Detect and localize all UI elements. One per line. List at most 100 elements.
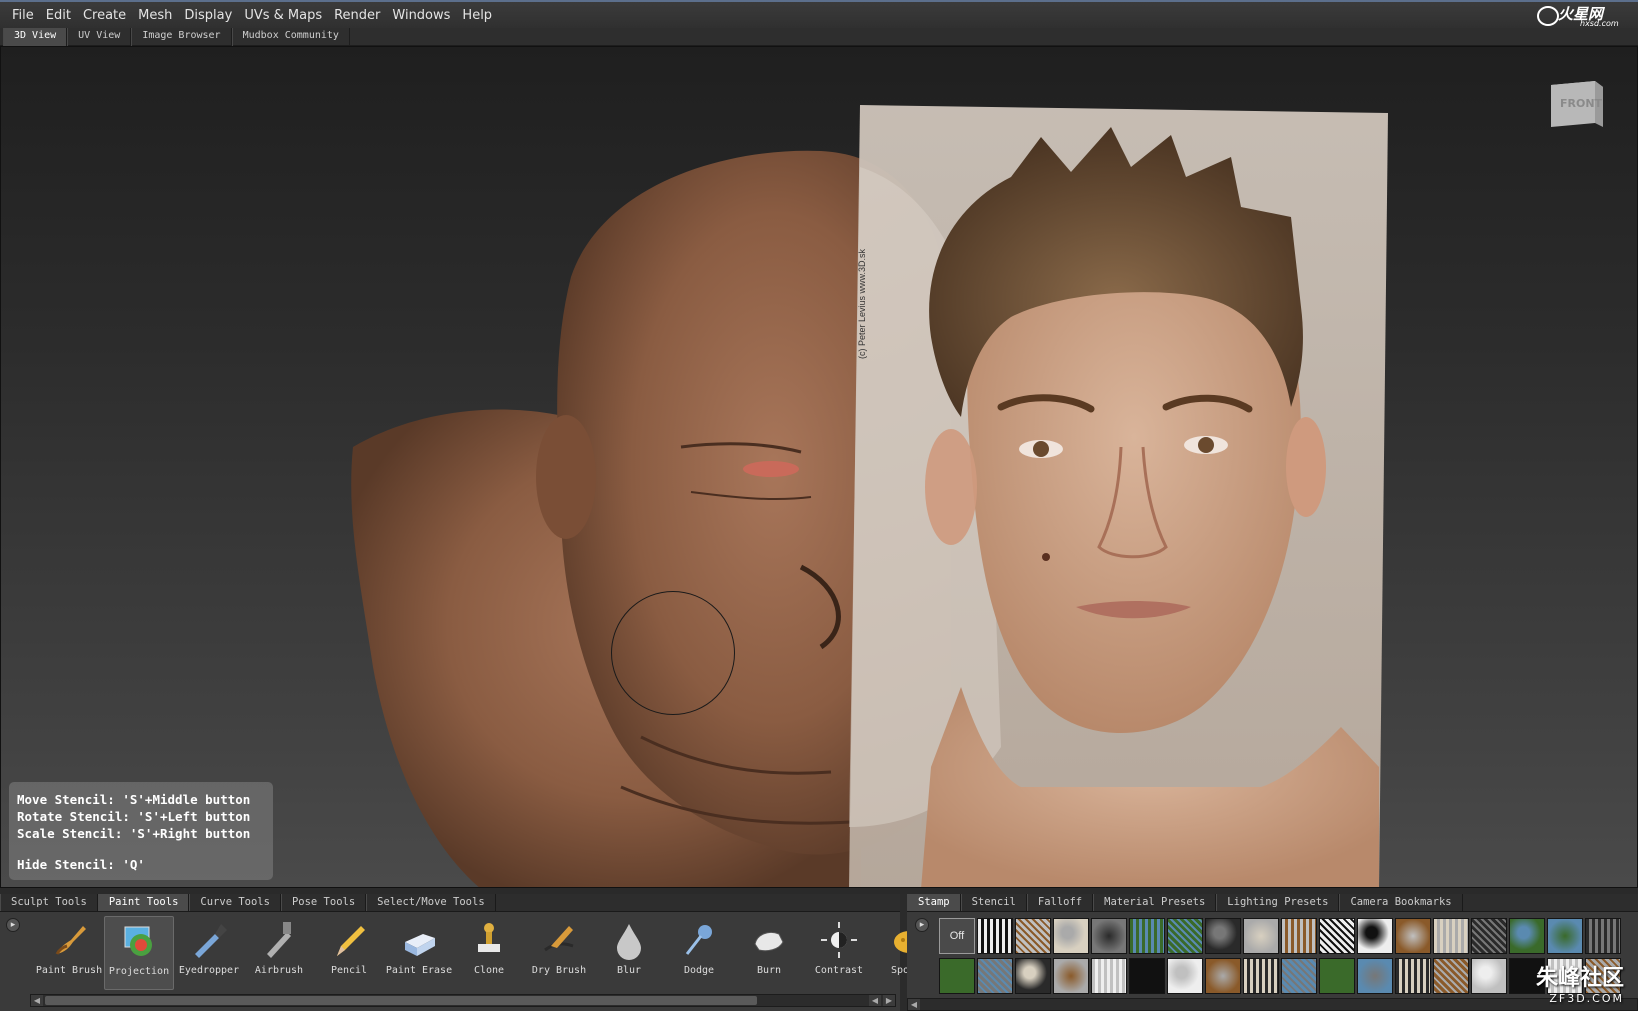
stamp-thumbnail[interactable] bbox=[977, 958, 1013, 994]
tool-dry-brush[interactable]: Dry Brush bbox=[524, 916, 594, 990]
pencil-icon bbox=[337, 926, 365, 956]
stamp-thumbnail[interactable] bbox=[1509, 918, 1545, 954]
tool-paint-brush[interactable]: Paint Brush bbox=[34, 916, 104, 990]
stamp-thumbnail[interactable] bbox=[1243, 918, 1279, 954]
clone-stamp-icon bbox=[478, 923, 500, 952]
airbrush-icon bbox=[267, 922, 291, 958]
stamp-thumbnail[interactable] bbox=[1167, 918, 1203, 954]
stamp-thumbnail[interactable] bbox=[1015, 958, 1051, 994]
menu-file[interactable]: File bbox=[6, 8, 40, 23]
tool-dodge[interactable]: Dodge bbox=[664, 916, 734, 990]
tab-mudbox-community[interactable]: Mudbox Community bbox=[231, 28, 350, 46]
stamp-thumbnail[interactable] bbox=[1395, 918, 1431, 954]
tab-curve-tools[interactable]: Curve Tools bbox=[189, 894, 281, 911]
tool-label: Paint Erase bbox=[385, 965, 453, 976]
tool-label: Projection bbox=[108, 966, 170, 977]
scroll-left-icon[interactable]: ◀ bbox=[908, 999, 920, 1010]
stamp-tray-tabs: Stamp Stencil Falloff Material Presets L… bbox=[907, 894, 1638, 912]
svg-text:hxsd.com: hxsd.com bbox=[1580, 19, 1619, 28]
3d-viewport[interactable]: (c) Peter Levius www.3D.sk FRONT Move St… bbox=[0, 46, 1638, 888]
stamp-thumbnail[interactable] bbox=[1243, 958, 1279, 994]
tab-stamp[interactable]: Stamp bbox=[907, 894, 961, 911]
stamp-thumbnail[interactable] bbox=[1053, 918, 1089, 954]
tool-label: Eyedropper bbox=[178, 965, 240, 976]
view-cube[interactable]: FRONT bbox=[1545, 75, 1607, 133]
stamp-thumbnail[interactable] bbox=[1281, 958, 1317, 994]
tool-label: Dodge bbox=[683, 965, 715, 976]
menu-render[interactable]: Render bbox=[328, 8, 386, 23]
stamp-thumbnail[interactable] bbox=[1471, 918, 1507, 954]
help-scale-stencil: Scale Stencil: 'S'+Right button bbox=[17, 826, 251, 841]
help-rotate-stencil: Rotate Stencil: 'S'+Left button bbox=[17, 809, 251, 824]
menu-mesh[interactable]: Mesh bbox=[132, 8, 178, 23]
stamp-grid: Off bbox=[937, 918, 1637, 998]
paint-brush-icon bbox=[55, 926, 86, 955]
tab-sculpt-tools[interactable]: Sculpt Tools bbox=[0, 894, 98, 911]
stamp-thumbnail[interactable] bbox=[1357, 918, 1393, 954]
tab-falloff[interactable]: Falloff bbox=[1026, 894, 1094, 911]
menu-create[interactable]: Create bbox=[77, 8, 132, 23]
collapse-arrow-icon[interactable]: ▸ bbox=[915, 918, 929, 932]
tool-blur[interactable]: Blur bbox=[594, 916, 664, 990]
tool-burn[interactable]: Burn bbox=[734, 916, 804, 990]
stamp-tray-scrollbar[interactable]: ◀ bbox=[907, 998, 1638, 1011]
stamp-thumbnail[interactable] bbox=[1053, 958, 1089, 994]
tool-label: Burn bbox=[756, 965, 782, 976]
tool-tray-scrollbar[interactable]: ◀ ◀ ▶ bbox=[30, 994, 896, 1007]
tab-paint-tools[interactable]: Paint Tools bbox=[97, 894, 190, 911]
tab-select-move-tools[interactable]: Select/Move Tools bbox=[366, 894, 496, 911]
tool-paint-erase[interactable]: Paint Erase bbox=[384, 916, 454, 990]
menu-uvs-maps[interactable]: UVs & Maps bbox=[238, 8, 328, 23]
stamp-off-button[interactable]: Off bbox=[939, 918, 975, 954]
stamp-thumbnail[interactable] bbox=[1357, 958, 1393, 994]
scroll-left-icon[interactable]: ◀ bbox=[31, 995, 43, 1006]
stamp-thumbnail[interactable] bbox=[1091, 958, 1127, 994]
stamp-thumbnail[interactable] bbox=[1167, 958, 1203, 994]
stamp-thumbnail[interactable] bbox=[1433, 918, 1469, 954]
scroll-right-icon[interactable]: ▶ bbox=[883, 995, 895, 1006]
tab-pose-tools[interactable]: Pose Tools bbox=[280, 894, 367, 911]
tab-lighting-presets[interactable]: Lighting Presets bbox=[1216, 894, 1340, 911]
tab-3d-view[interactable]: 3D View bbox=[3, 28, 68, 46]
stamp-thumbnail[interactable] bbox=[1129, 918, 1165, 954]
stamp-thumbnail[interactable] bbox=[1319, 918, 1355, 954]
tool-tray-tabs: Sculpt Tools Paint Tools Curve Tools Pos… bbox=[0, 894, 900, 912]
stamp-thumbnail[interactable] bbox=[1585, 918, 1621, 954]
stamp-thumbnail[interactable] bbox=[1281, 918, 1317, 954]
tool-eyedropper[interactable]: Eyedropper bbox=[174, 916, 244, 990]
menu-windows[interactable]: Windows bbox=[386, 8, 456, 23]
scroll-left-icon[interactable]: ◀ bbox=[869, 995, 881, 1006]
tool-airbrush[interactable]: Airbrush bbox=[244, 916, 314, 990]
stamp-thumbnail[interactable] bbox=[1205, 958, 1241, 994]
collapse-arrow-icon[interactable]: ▸ bbox=[6, 918, 20, 932]
tab-stencil[interactable]: Stencil bbox=[960, 894, 1027, 911]
scrollbar-thumb[interactable] bbox=[45, 996, 757, 1005]
stamp-thumbnail[interactable] bbox=[1015, 918, 1051, 954]
stamp-thumbnail[interactable] bbox=[939, 958, 975, 994]
stamp-thumbnail[interactable] bbox=[1547, 918, 1583, 954]
stamp-thumbnail[interactable] bbox=[1091, 918, 1127, 954]
tool-contrast[interactable]: Contrast bbox=[804, 916, 874, 990]
hxsd-logo: 火星网 hxsd.com bbox=[1537, 5, 1619, 28]
stamp-thumbnail[interactable] bbox=[1471, 958, 1507, 994]
tab-material-presets[interactable]: Material Presets bbox=[1093, 894, 1217, 911]
svg-text:FRONT: FRONT bbox=[1560, 97, 1603, 110]
tab-camera-bookmarks[interactable]: Camera Bookmarks bbox=[1339, 894, 1463, 911]
stamp-thumbnail[interactable] bbox=[1433, 958, 1469, 994]
tool-label: Blur bbox=[616, 965, 642, 976]
tool-projection[interactable]: Projection bbox=[104, 916, 174, 990]
stamp-thumbnail[interactable] bbox=[1319, 958, 1355, 994]
stamp-thumbnail[interactable] bbox=[1205, 918, 1241, 954]
menu-help[interactable]: Help bbox=[456, 8, 498, 23]
stamp-thumbnail[interactable] bbox=[1129, 958, 1165, 994]
tool-label: Contrast bbox=[814, 965, 864, 976]
stamp-thumbnail[interactable] bbox=[977, 918, 1013, 954]
menu-display[interactable]: Display bbox=[178, 8, 238, 23]
menu-edit[interactable]: Edit bbox=[40, 8, 77, 23]
stamp-thumbnail[interactable] bbox=[1395, 958, 1431, 994]
view-tabs: 3D View UV View Image Browser Mudbox Com… bbox=[0, 28, 1638, 46]
tab-image-browser[interactable]: Image Browser bbox=[131, 28, 232, 46]
tool-clone[interactable]: Clone bbox=[454, 916, 524, 990]
tool-pencil[interactable]: Pencil bbox=[314, 916, 384, 990]
tab-uv-view[interactable]: UV View bbox=[67, 28, 132, 46]
